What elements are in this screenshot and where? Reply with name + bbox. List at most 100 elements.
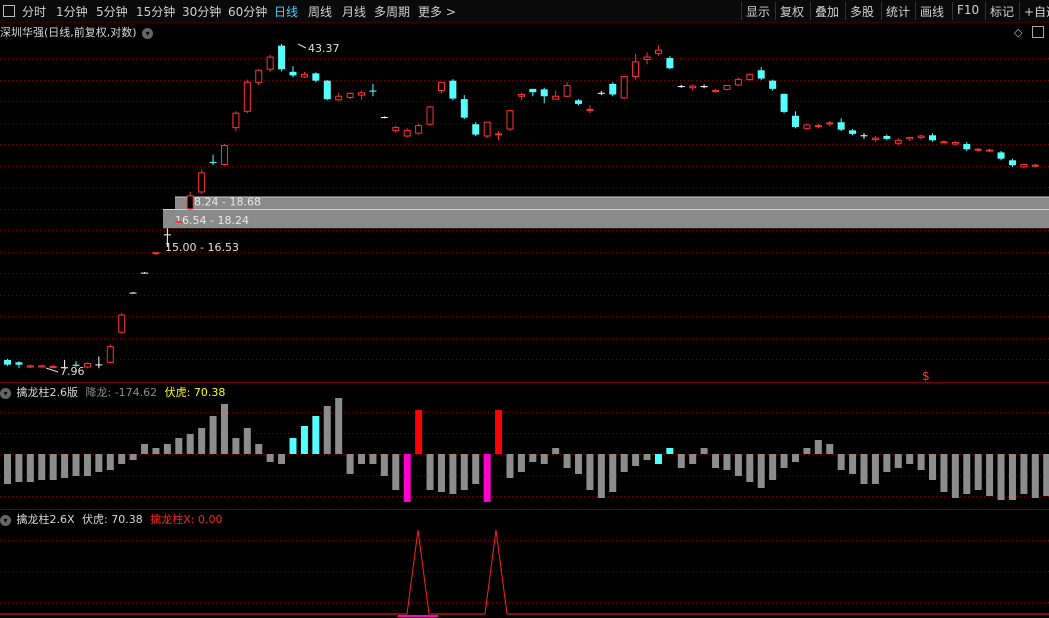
candle-body [129,292,137,294]
indicator-bar [61,454,69,478]
candle-body [392,127,400,131]
candle-body [426,106,434,125]
high-price-label: 43.37 [308,42,340,55]
indicator-bar [803,448,811,454]
candle-body [175,221,183,224]
indicator-bar [677,454,685,468]
candle-body [278,45,286,70]
indicator-bar [1031,454,1039,498]
indicator-bar [814,440,822,454]
indicator-bar [997,454,1005,500]
candle-body [666,58,674,69]
low-price-pointer [45,367,59,373]
indicator-bar [289,438,297,454]
candle-body [1031,164,1039,167]
candle-body [963,144,971,150]
candle-body [791,115,799,127]
indicator-bar [906,454,914,464]
candle-body [403,129,411,137]
zone-2-label: 16.54 - 18.24 [175,214,249,227]
indicator-bar [266,454,274,462]
indicator-bar [255,444,263,454]
indicator-bar [426,454,434,490]
candle-body [689,85,697,89]
indicator-bar [243,428,251,454]
candle-body [677,86,685,88]
candle-body [540,89,548,97]
candle-body [654,49,662,54]
indicator-bar [563,454,571,468]
candle-body [186,195,194,210]
indicator-bar [186,434,194,454]
indicator-bar [1043,454,1049,496]
indicator-bar [415,410,423,454]
candle-body [951,142,959,145]
indicator-bar [209,416,217,454]
indicator-bar [380,454,388,476]
indicator-bar [757,454,765,488]
indicator-bar [175,438,183,454]
candle-body [997,152,1005,159]
indicator-bar [495,410,503,454]
indicator-bar [449,454,457,494]
candle-body [38,365,46,368]
indicator-bar [26,454,34,482]
candle-body [358,92,366,96]
zone-2 [163,209,1049,229]
candle-body [483,121,491,137]
high-price-pointer [297,43,307,49]
candle-body [255,69,263,83]
indicator-bar [575,454,582,474]
indicator-bar [483,454,491,502]
indicator-bar [278,454,286,464]
indicator-bar [654,454,662,464]
indicator-bar [700,448,708,454]
indicator-bar [220,404,228,454]
candle-body [723,85,731,90]
indicator-bar [1008,454,1016,500]
indicator-bar [460,454,468,490]
indicator-bar [917,454,925,470]
candle-body [552,95,560,100]
indicator-bar [632,454,640,466]
indicator-bar [392,454,400,490]
candle-body [734,79,742,86]
indicator-bar [72,454,80,476]
zone-1-label: 18.24 - 18.68 [187,196,261,209]
candle-body [1020,163,1028,168]
indicator-bar [689,454,697,464]
candle-body [335,95,343,101]
candle-body [837,122,845,130]
indicator-bar [609,454,617,492]
candle-body [632,61,640,77]
indicator-bar [723,454,731,470]
candle-body [449,80,457,99]
indicator-bar [746,454,754,482]
indicator-bar [586,454,594,490]
candle-body [437,81,445,92]
candle-body [243,81,251,112]
chart-canvas[interactable]: 18.24 - 18.68 16.54 - 18.24 15.00 - 16.53 4… [0,0,1049,618]
zone-3-label: 15.00 - 16.53 [165,241,239,254]
indicator-bar [163,444,171,454]
candle-body [871,137,879,141]
candle-body [757,70,765,79]
candle-body [209,161,217,163]
indicator-bar [643,454,651,460]
zone-1 [175,196,1049,210]
indicator-bar [620,454,628,472]
candle-body [563,85,571,97]
indicator-bar [323,406,331,454]
indicator-bar [849,454,857,474]
indicator-bar [826,444,834,454]
indicator-bar [791,454,799,462]
candle-body [300,73,308,78]
indicator-bar [152,448,160,454]
indicator-bar [300,426,308,454]
candle-body [712,90,720,93]
candle-body [929,135,937,141]
candle-body [26,365,34,368]
candle-body [380,117,388,119]
indicator-bar [358,454,366,464]
indicator-bar [837,454,845,470]
